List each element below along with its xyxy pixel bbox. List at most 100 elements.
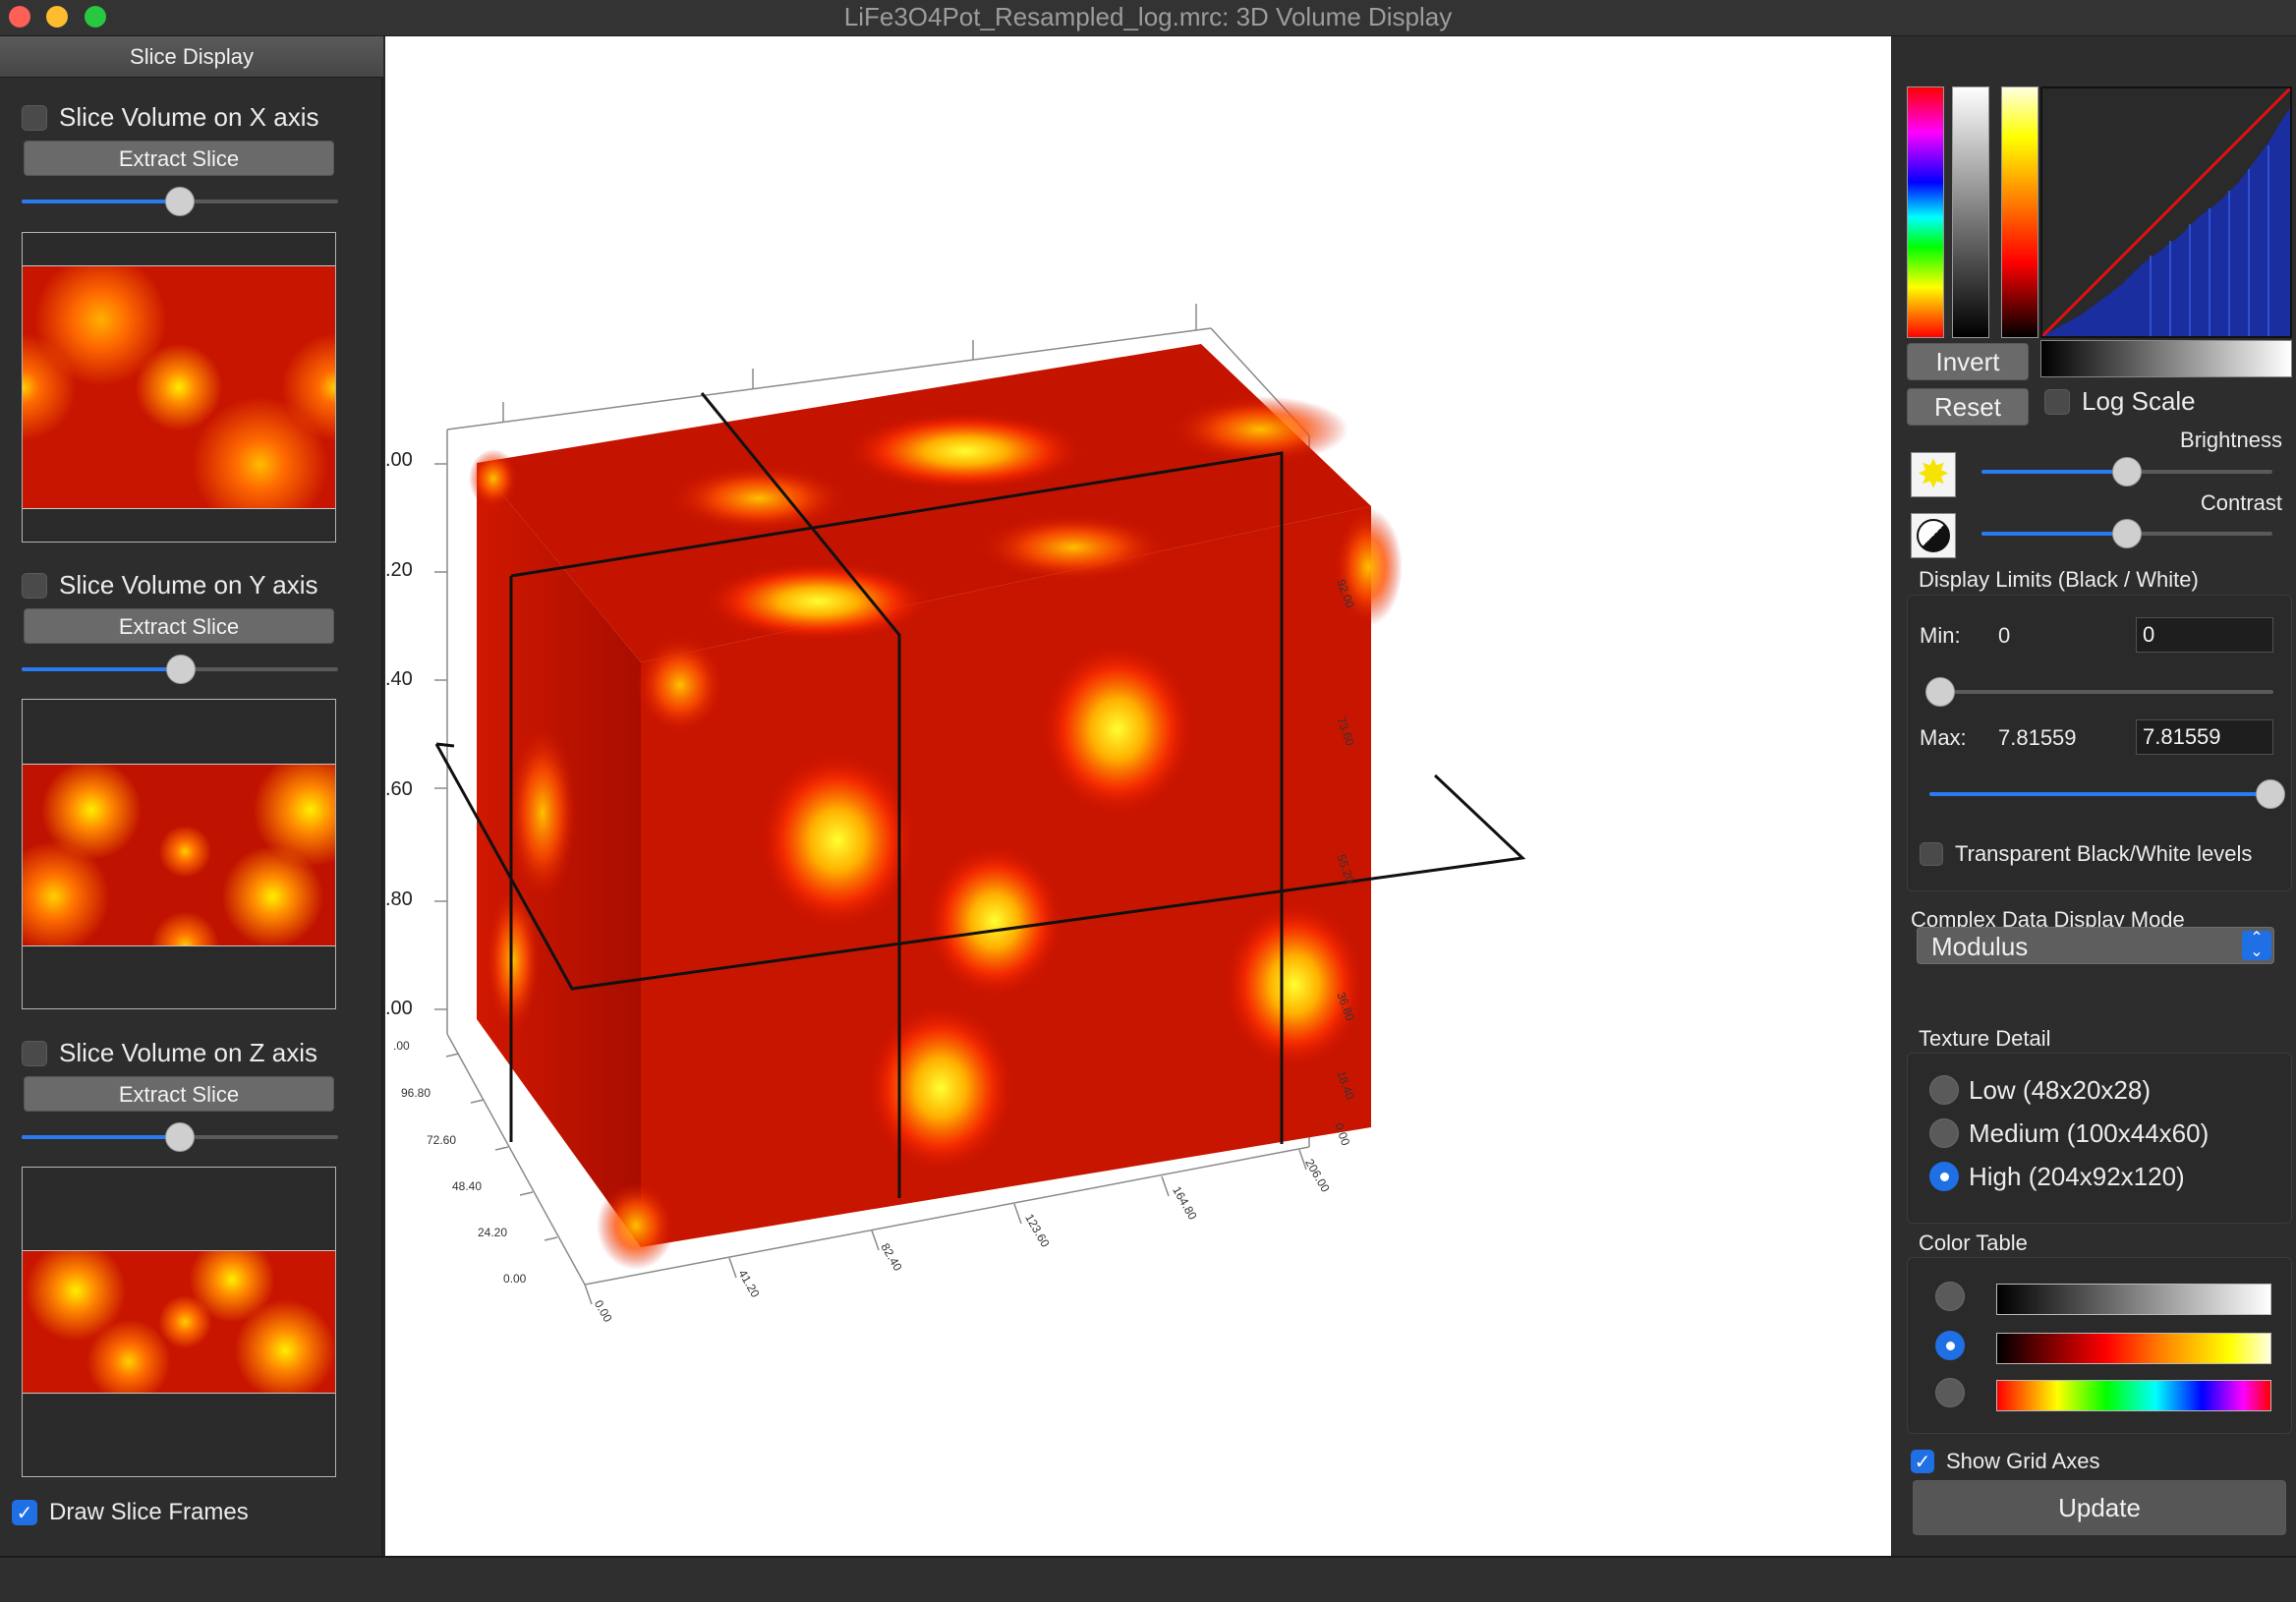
display-settings-panel: Invert Reset Log Scale Brightness ✸ Cont… <box>1891 36 2296 1556</box>
texture-detail-title: Texture Detail <box>1919 1026 2051 1051</box>
gray-colorbar[interactable] <box>1952 86 1989 338</box>
color-table-title: Color Table <box>1919 1230 2028 1255</box>
title-bar: LiFe3O4Pot_Resampled_log.mrc: 3D Volume … <box>0 0 2296 36</box>
slice-x-slider[interactable] <box>22 187 338 216</box>
extract-slice-y-button[interactable]: Extract Slice <box>24 608 334 644</box>
show-grid-axes-checkbox[interactable]: ✓ <box>1911 1450 1934 1473</box>
volume-3d-viewport[interactable]: .00 .20 .40 .60 .80 .00 .00 96.80 72.60 … <box>385 36 1891 1556</box>
draw-slice-frames-checkbox[interactable]: ✓ <box>12 1500 37 1525</box>
max-input[interactable]: 7.81559 <box>2136 719 2273 755</box>
reset-button[interactable]: Reset <box>1907 388 2029 426</box>
slice-display-panel: Slice Display Slice Volume on X axis Ext… <box>0 36 383 1556</box>
texture-high-radio[interactable] <box>1929 1162 1959 1191</box>
contrast-slider[interactable] <box>1981 519 2272 548</box>
slice-y-checkbox-row[interactable]: Slice Volume on Y axis <box>22 570 318 601</box>
extract-slice-x-button[interactable]: Extract Slice <box>24 141 334 176</box>
front-axis-tick-2: 96.80 <box>401 1086 431 1100</box>
status-bar <box>0 1556 2296 1602</box>
transparent-levels-row[interactable]: Transparent Black/White levels <box>1920 841 2252 867</box>
slice-z-image <box>23 1250 335 1394</box>
show-grid-axes-row[interactable]: ✓ Show Grid Axes <box>1911 1449 2100 1474</box>
volume-render[interactable] <box>385 36 1891 1556</box>
slice-x-image <box>23 265 335 509</box>
min-input[interactable]: 0 <box>2136 617 2273 653</box>
display-limits-title: Display Limits (Black / White) <box>1919 567 2199 592</box>
slice-x-slider-knob[interactable] <box>165 187 195 216</box>
texture-detail-group: Low (48x20x28) Medium (100x44x60) High (… <box>1907 1053 2292 1224</box>
transparent-levels-checkbox[interactable] <box>1920 842 1943 866</box>
colortable-gray-swatch[interactable] <box>1996 1284 2271 1315</box>
min-label: Min: <box>1920 623 1961 648</box>
front-axis-tick-1: .00 <box>393 1039 410 1053</box>
texture-medium-label: Medium (100x44x60) <box>1969 1118 2210 1148</box>
slice-z-checkbox[interactable] <box>22 1040 47 1066</box>
contrast-icon <box>1911 513 1956 558</box>
slice-z-slider[interactable] <box>22 1122 338 1152</box>
front-axis-tick-5: 24.20 <box>478 1226 508 1239</box>
output-gray-ramp <box>2040 340 2292 377</box>
invert-button[interactable]: Invert <box>1907 343 2029 380</box>
max-label: Max: <box>1920 725 1967 750</box>
colortable-gray-radio[interactable] <box>1935 1282 1965 1311</box>
transparent-levels-label: Transparent Black/White levels <box>1955 841 2253 866</box>
extract-slice-z-button[interactable]: Extract Slice <box>24 1076 334 1112</box>
left-axis-tick-4: .60 <box>385 778 413 800</box>
hot-colorbar[interactable] <box>2001 86 2038 338</box>
display-limits-group: Min: 0 0 Max: 7.81559 7.81559 Transparen… <box>1907 595 2292 891</box>
front-axis-tick-3: 72.60 <box>427 1133 457 1147</box>
texture-low-label: Low (48x20x28) <box>1969 1075 2151 1105</box>
colortable-rainbow-swatch[interactable] <box>1996 1380 2271 1411</box>
colortable-rainbow-radio[interactable] <box>1935 1378 1965 1407</box>
slice-y-slider-knob[interactable] <box>166 655 196 684</box>
slice-y-preview <box>22 699 336 1009</box>
front-axis-tick-6: 0.00 <box>503 1272 527 1286</box>
window-title: LiFe3O4Pot_Resampled_log.mrc: 3D Volume … <box>843 2 1453 31</box>
front-axis-tick-4: 48.40 <box>452 1179 483 1193</box>
transfer-function-histogram[interactable] <box>2040 86 2292 338</box>
slice-y-checkbox[interactable] <box>22 572 47 599</box>
texture-high-label: High (204x92x120) <box>1969 1162 2185 1191</box>
left-axis-tick-6: .00 <box>385 998 413 1019</box>
slice-y-image <box>23 764 335 946</box>
color-table-group <box>1907 1257 2292 1434</box>
brightness-icon: ✸ <box>1911 452 1956 497</box>
slice-display-tab[interactable]: Slice Display <box>0 36 383 78</box>
slice-z-preview <box>22 1167 336 1477</box>
complex-mode-select[interactable]: Modulus ⌃ ⌄ <box>1917 927 2274 964</box>
texture-medium-radio[interactable] <box>1929 1118 1959 1148</box>
slice-x-checkbox-row[interactable]: Slice Volume on X axis <box>22 102 318 133</box>
show-grid-axes-label: Show Grid Axes <box>1946 1449 2100 1473</box>
colortable-hot-swatch[interactable] <box>1996 1333 2271 1364</box>
chevron-updown-icon[interactable]: ⌃ ⌄ <box>2242 931 2271 960</box>
update-button[interactable]: Update <box>1913 1480 2286 1535</box>
texture-low-radio[interactable] <box>1929 1075 1959 1105</box>
min-slider[interactable] <box>1925 677 2273 707</box>
log-scale-checkbox[interactable] <box>2044 388 2070 415</box>
slice-z-label: Slice Volume on Z axis <box>59 1038 318 1067</box>
brightness-slider-knob[interactable] <box>2112 457 2142 486</box>
slice-x-checkbox[interactable] <box>22 104 47 131</box>
slice-z-slider-knob[interactable] <box>165 1122 195 1152</box>
left-axis-tick-1: .00 <box>385 449 413 471</box>
slice-y-slider[interactable] <box>22 655 338 684</box>
log-scale-row[interactable]: Log Scale <box>2044 386 2196 417</box>
max-value: 7.81559 <box>1998 725 2077 750</box>
max-slider-knob[interactable] <box>2256 779 2285 809</box>
slice-x-label: Slice Volume on X axis <box>59 102 319 132</box>
slice-z-checkbox-row[interactable]: Slice Volume on Z axis <box>22 1038 317 1068</box>
colortable-hot-radio[interactable] <box>1935 1331 1965 1360</box>
min-slider-knob[interactable] <box>1925 677 1955 707</box>
draw-slice-frames-row[interactable]: ✓ Draw Slice Frames <box>12 1499 249 1526</box>
max-slider[interactable] <box>1929 779 2285 809</box>
contrast-slider-knob[interactable] <box>2112 519 2142 548</box>
brightness-label: Brightness <box>2180 428 2282 452</box>
brightness-slider[interactable] <box>1981 457 2272 486</box>
draw-slice-frames-label: Draw Slice Frames <box>49 1499 249 1525</box>
hue-colorbar[interactable] <box>1907 86 1944 338</box>
slice-y-label: Slice Volume on Y axis <box>59 570 318 600</box>
log-scale-label: Log Scale <box>2082 386 2196 416</box>
left-axis-tick-5: .80 <box>385 888 413 910</box>
complex-mode-value: Modulus <box>1931 932 2029 961</box>
contrast-label: Contrast <box>2200 490 2282 515</box>
slice-x-preview <box>22 232 336 543</box>
